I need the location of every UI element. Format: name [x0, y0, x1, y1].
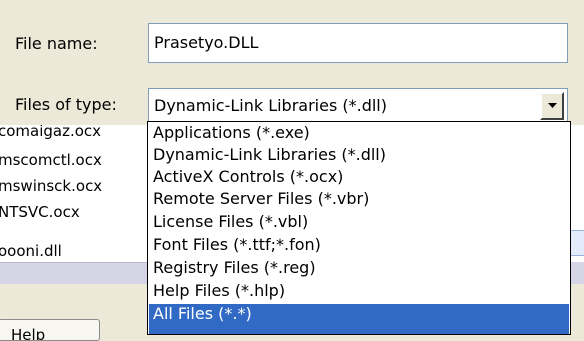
list-item[interactable]: oooni.dll	[0, 242, 62, 260]
help-button[interactable]: Help	[0, 319, 100, 341]
file-type-combobox[interactable]: Dynamic-Link Libraries (*.dll)	[148, 88, 568, 124]
dropdown-option-vbl[interactable]: License Files (*.vbl)	[149, 212, 569, 232]
horizontal-scrollbar-right[interactable]	[570, 262, 584, 284]
file-type-label: Files of type:	[15, 95, 117, 114]
dropdown-option-vbr[interactable]: Remote Server Files (*.vbr)	[149, 189, 569, 209]
dropdown-button[interactable]	[540, 92, 564, 120]
dropdown-option-applications[interactable]: Applications (*.exe)	[149, 123, 569, 143]
list-item[interactable]: mscomctl.ocx	[0, 151, 102, 169]
horizontal-scrollbar[interactable]	[0, 262, 148, 284]
dropdown-option-dll[interactable]: Dynamic-Link Libraries (*.dll)	[149, 145, 569, 165]
list-item[interactable]: NTSVC.ocx	[0, 203, 80, 221]
vertical-scrollbar-button[interactable]	[569, 230, 584, 256]
file-list[interactable]: comaigaz.ocx mscomctl.ocx mswinsck.ocx N…	[0, 125, 148, 265]
dropdown-option-registry[interactable]: Registry Files (*.reg)	[149, 258, 569, 278]
dropdown-option-ocx[interactable]: ActiveX Controls (*.ocx)	[149, 167, 569, 187]
chevron-down-icon	[547, 103, 557, 108]
list-item[interactable]: mswinsck.ocx	[0, 177, 102, 195]
file-name-input[interactable]: Prasetyo.DLL	[148, 23, 568, 63]
file-type-dropdown-list[interactable]: Applications (*.exe) Dynamic-Link Librar…	[147, 121, 571, 335]
file-name-label: File name:	[15, 34, 98, 53]
list-item[interactable]: comaigaz.ocx	[0, 125, 101, 140]
file-type-selected-value: Dynamic-Link Libraries (*.dll)	[154, 96, 387, 115]
dropdown-option-all-files[interactable]: All Files (*.*)	[149, 304, 569, 334]
dropdown-option-fonts[interactable]: Font Files (*.ttf;*.fon)	[149, 235, 569, 255]
dropdown-option-help[interactable]: Help Files (*.hlp)	[149, 281, 569, 301]
